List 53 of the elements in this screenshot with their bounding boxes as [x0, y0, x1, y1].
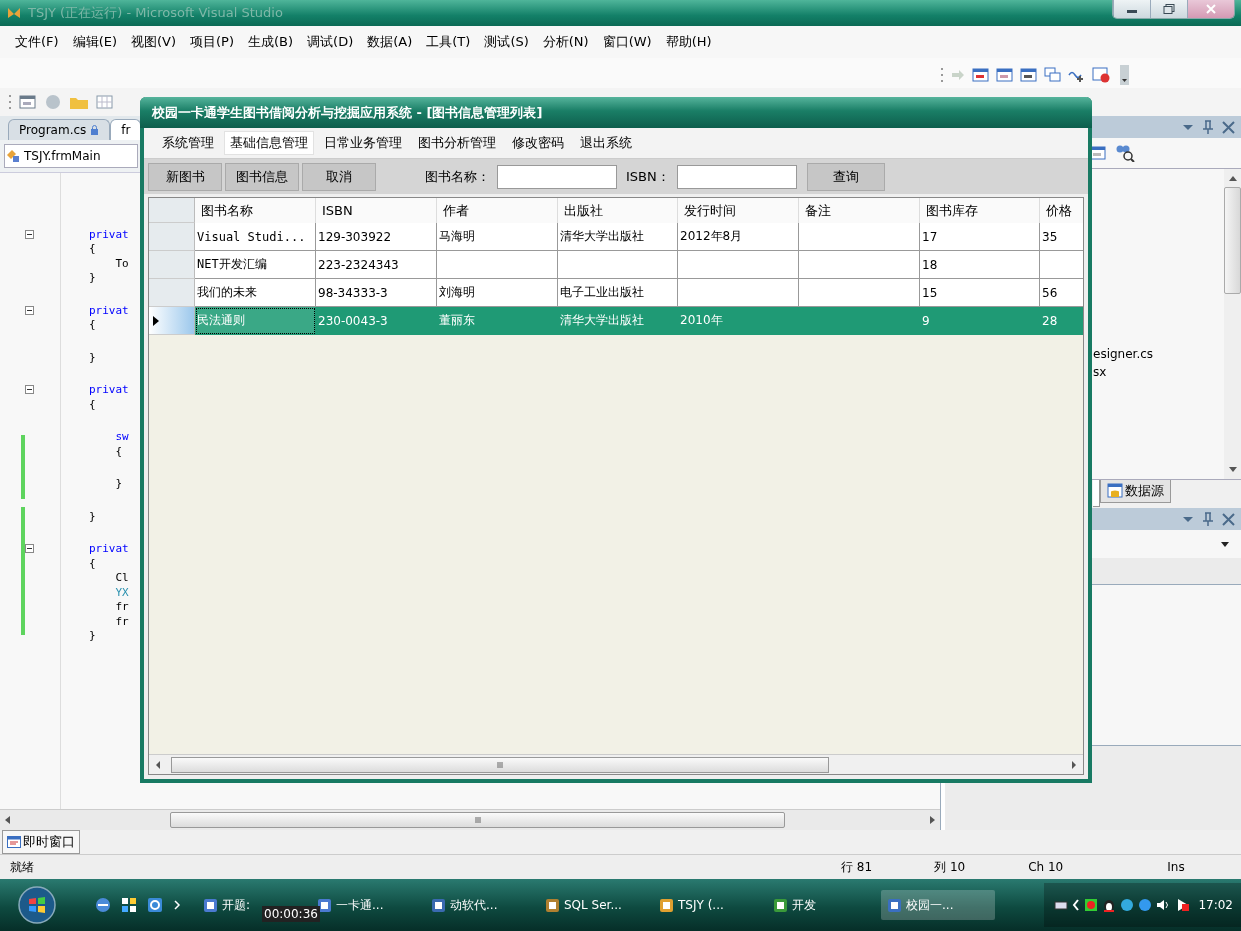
table-cell: 9 [920, 307, 1040, 335]
code-text: } [89, 350, 96, 364]
code-text: privat [89, 383, 129, 397]
table-cell: 2012年8月 [678, 223, 799, 251]
code-text: { [114, 444, 123, 458]
code-text: { [89, 397, 96, 411]
field-label: ISBN： [626, 167, 670, 186]
column-number: 列 10 [934, 858, 966, 876]
code-text: } [89, 509, 96, 523]
table-cell: 2010年 [678, 307, 799, 335]
code-text: fr [114, 614, 129, 628]
code-text: } [89, 629, 96, 643]
table-cell: 董丽东 [437, 307, 558, 335]
code-text: YX [114, 585, 129, 599]
code-text: { [89, 556, 96, 570]
table-cell: 我们的未来 [195, 279, 316, 307]
table-cell: 223-2324343 [316, 251, 437, 279]
table-cell: 98-34333-3 [316, 279, 437, 307]
code-text: privat [89, 542, 129, 556]
recording-timer-toast: 00:00:36 [262, 906, 320, 922]
code-text: To [114, 256, 129, 270]
code-text: } [89, 271, 96, 285]
table-cell: 15 [920, 279, 1040, 307]
code-text: Cl [114, 571, 129, 585]
char-number: Ch 10 [1028, 860, 1064, 874]
table-cell: 56 [1040, 279, 1083, 307]
table-cell: 18 [920, 251, 1040, 279]
table-cell: 28 [1040, 307, 1083, 335]
window-title: TSJY (正在运行) - Microsoft Visual Studio [28, 4, 283, 22]
status-text: 就绪 [10, 858, 34, 876]
table-cell: 民法通则 [195, 307, 316, 335]
insert-mode: Ins [1167, 860, 1185, 874]
field-label: 图书名称： [425, 167, 490, 186]
table-cell: 马海明 [437, 223, 558, 251]
code-text: privat [89, 227, 129, 241]
table-cell: 129-303922 [316, 223, 437, 251]
table-cell: Visual Studi... [195, 223, 316, 251]
table-cell: 230-0043-3 [316, 307, 437, 335]
line-number: 行 81 [841, 858, 873, 876]
code-text: { [89, 242, 96, 256]
table-cell: 电子工业出版社 [558, 279, 678, 307]
table-cell: 17 [920, 223, 1040, 251]
table-cell: 刘海明 [437, 279, 558, 307]
code-text: fr [114, 600, 129, 614]
table-cell: NET开发汇编 [195, 251, 316, 279]
code-text: privat [89, 303, 129, 317]
window-title: 校园一卡通学生图书借阅分析与挖掘应用系统 - [图书信息管理列表] [140, 97, 1092, 128]
table-cell: 35 [1040, 223, 1083, 251]
code-text: sw [114, 430, 129, 444]
table-cell: 清华大学出版社 [558, 223, 678, 251]
code-text: { [89, 318, 96, 332]
table-cell: 清华大学出版社 [558, 307, 678, 335]
code-text: } [114, 477, 123, 491]
